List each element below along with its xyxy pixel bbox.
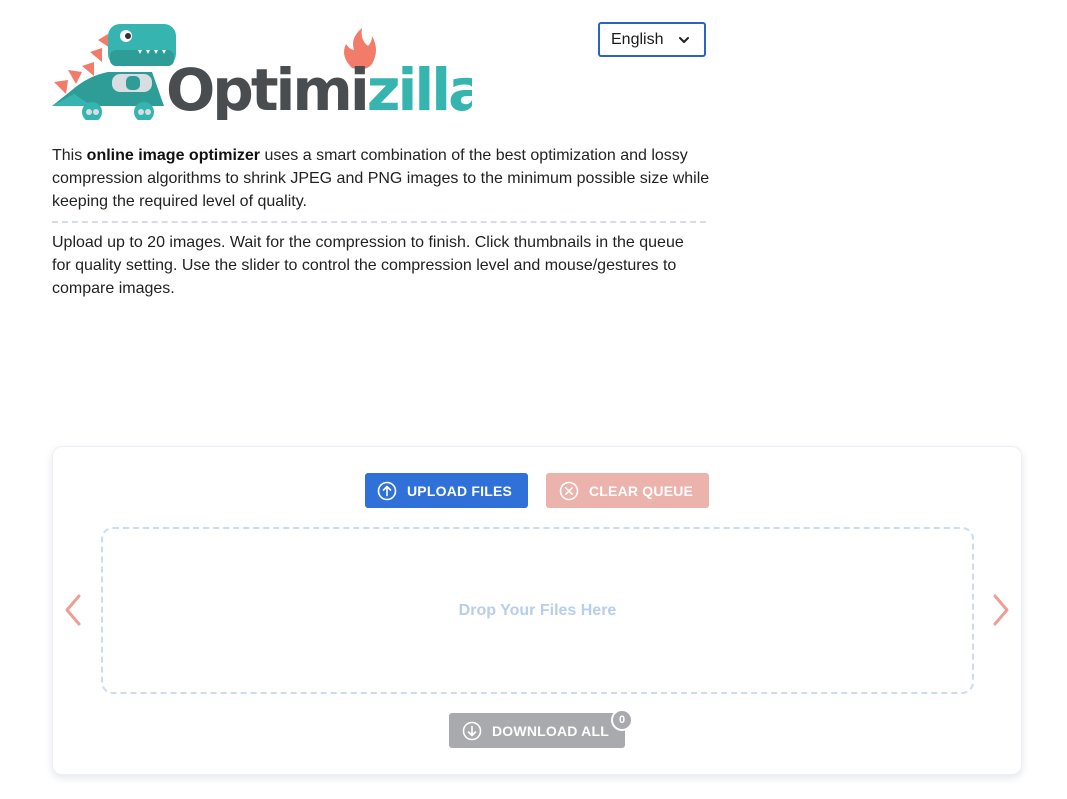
intro-paragraph: This online image optimizer uses a smart… <box>52 144 712 213</box>
dropzone-text: Drop Your Files Here <box>458 601 617 619</box>
download-all-button[interactable]: DOWNLOAD ALL <box>449 713 625 748</box>
arrow-down-circle-icon <box>462 721 482 740</box>
file-dropzone[interactable]: Drop Your Files Here <box>101 527 974 694</box>
language-select-value: English <box>611 30 664 48</box>
download-all-label: DOWNLOAD ALL <box>492 722 609 739</box>
chevron-left-icon[interactable] <box>62 593 84 627</box>
language-select[interactable]: English <box>598 22 706 57</box>
optimizilla-logo[interactable]: Optimizilla <box>52 20 472 120</box>
uploader-card: UPLOAD FILES CLEAR QUEUE Drop Your Files… <box>52 446 1022 775</box>
dashed-divider <box>52 221 706 223</box>
intro-bold: online image optimizer <box>86 147 261 164</box>
instructions-paragraph: Upload up to 20 images. Wait for the com… <box>52 234 684 297</box>
upload-files-label: UPLOAD FILES <box>407 482 513 499</box>
x-circle-icon <box>559 481 579 500</box>
chevron-right-icon[interactable] <box>990 593 1012 627</box>
arrow-up-circle-icon <box>377 481 397 500</box>
download-count-badge: 0 <box>611 709 633 731</box>
clear-queue-label: CLEAR QUEUE <box>589 482 694 499</box>
logo-text-dark: Optimi <box>166 56 367 120</box>
logo-wordmark: Optimizilla <box>166 56 472 120</box>
clear-queue-button[interactable]: CLEAR QUEUE <box>546 473 709 508</box>
logo-text-teal: zilla <box>367 56 472 120</box>
intro-prefix: This <box>52 147 87 164</box>
upload-files-button[interactable]: UPLOAD FILES <box>365 473 528 508</box>
chevron-down-icon <box>679 37 689 43</box>
dinosaur-mascot-icon: Optimizilla <box>52 24 472 120</box>
